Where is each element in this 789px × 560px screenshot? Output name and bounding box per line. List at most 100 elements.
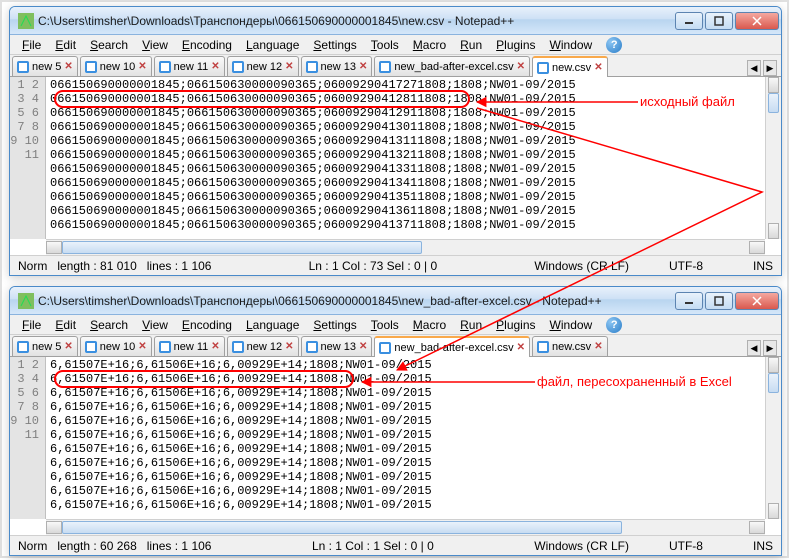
menu-edit[interactable]: Edit — [49, 37, 82, 53]
horizontal-scrollbar[interactable] — [46, 239, 765, 255]
tab-scroll-left[interactable]: ◀ — [747, 340, 761, 356]
menu-view[interactable]: View — [136, 317, 174, 333]
tab-new-11[interactable]: new 11✕ — [154, 56, 225, 76]
tab-close-icon[interactable]: ✕ — [138, 61, 146, 72]
status-norm: Norm — [18, 259, 47, 273]
menu-language[interactable]: Language — [240, 37, 305, 53]
tab-label: new 11 — [174, 61, 209, 73]
tab-close-icon[interactable]: ✕ — [517, 342, 525, 353]
menu-encoding[interactable]: Encoding — [176, 317, 238, 333]
tab-label: new 12 — [247, 341, 282, 353]
tab-new-13[interactable]: new 13✕ — [301, 336, 373, 356]
file-icon — [85, 341, 97, 353]
file-icon — [85, 61, 97, 73]
vertical-scrollbar[interactable] — [765, 357, 781, 519]
tab-close-icon[interactable]: ✕ — [285, 341, 293, 352]
menu-macro[interactable]: Macro — [407, 317, 452, 333]
menu-run[interactable]: Run — [454, 317, 488, 333]
file-icon — [232, 61, 244, 73]
tab-close-icon[interactable]: ✕ — [285, 61, 293, 72]
menu-file[interactable]: File — [16, 317, 47, 333]
status-position: Ln : 1 Col : 1 Sel : 0 | 0 — [312, 539, 434, 553]
tab-close-icon[interactable]: ✕ — [594, 62, 602, 73]
file-icon — [379, 61, 391, 73]
tab-new_bad-after-excel-csv[interactable]: new_bad-after-excel.csv ✕ — [374, 56, 530, 76]
menu-help-icon[interactable]: ? — [606, 37, 622, 53]
status-length: length : 60 268 — [57, 539, 136, 553]
titlebar[interactable]: C:\Users\timsher\Downloads\Транспондеры\… — [10, 287, 781, 315]
menu-search[interactable]: Search — [84, 37, 134, 53]
notepadpp-window-b: C:\Users\timsher\Downloads\Транспондеры\… — [9, 286, 782, 556]
maximize-button[interactable] — [705, 292, 733, 310]
statusbar: Norm length : 81 010 lines : 1 106 Ln : … — [10, 255, 781, 275]
menu-plugins[interactable]: Plugins — [490, 37, 541, 53]
menu-settings[interactable]: Settings — [307, 37, 362, 53]
menu-plugins[interactable]: Plugins — [490, 317, 541, 333]
menu-edit[interactable]: Edit — [49, 317, 82, 333]
tab-label: new 5 — [32, 61, 61, 73]
tab-new_bad-after-excel-csv[interactable]: new_bad-after-excel.csv✕ — [374, 336, 530, 357]
code-area[interactable]: 6,61507E+16;6,61506E+16;6,00929E+14;1808… — [46, 357, 765, 519]
tab-close-icon[interactable]: ✕ — [594, 341, 602, 352]
menu-settings[interactable]: Settings — [307, 317, 362, 333]
tab-scroll-left[interactable]: ◀ — [747, 60, 761, 76]
tab-new-13[interactable]: new 13✕ — [301, 56, 373, 76]
tab-new-10[interactable]: new 10✕ — [80, 336, 152, 356]
close-button[interactable] — [735, 12, 779, 30]
tab-close-icon[interactable]: ✕ — [359, 341, 367, 352]
tab-scroll-right[interactable]: ▶ — [763, 340, 777, 356]
tab-close-icon[interactable]: ✕ — [517, 61, 525, 72]
tab-close-icon[interactable]: ✕ — [64, 341, 72, 352]
tab-close-icon[interactable]: ✕ — [211, 61, 219, 72]
status-length: length : 81 010 — [57, 259, 136, 273]
menu-file[interactable]: File — [16, 37, 47, 53]
tab-close-icon[interactable]: ✕ — [211, 341, 219, 352]
tab-new-5[interactable]: new 5✕ — [12, 336, 78, 356]
maximize-button[interactable] — [705, 12, 733, 30]
tab-scroll-right[interactable]: ▶ — [763, 60, 777, 76]
tab-label: new 10 — [100, 61, 135, 73]
tab-new-csv[interactable]: new.csv✕ — [532, 56, 608, 77]
menu-tools[interactable]: Tools — [365, 37, 405, 53]
minimize-button[interactable] — [675, 12, 703, 30]
vertical-scrollbar[interactable] — [765, 77, 781, 239]
menu-language[interactable]: Language — [240, 317, 305, 333]
menu-window[interactable]: Window — [544, 317, 599, 333]
menu-encoding[interactable]: Encoding — [176, 37, 238, 53]
menu-macro[interactable]: Macro — [407, 37, 452, 53]
file-icon — [306, 341, 318, 353]
menubar: FileEditSearchViewEncodingLanguageSettin… — [10, 35, 781, 55]
close-button[interactable] — [735, 292, 779, 310]
tab-close-icon[interactable]: ✕ — [359, 61, 367, 72]
tab-new-5[interactable]: new 5✕ — [12, 56, 78, 76]
tab-label: new 13 — [321, 341, 356, 353]
minimize-button[interactable] — [675, 292, 703, 310]
tab-close-icon[interactable]: ✕ — [64, 61, 72, 72]
tab-close-icon[interactable]: ✕ — [138, 341, 146, 352]
editor[interactable]: 1 2 3 4 5 6 7 8 9 10 11 6,61507E+16;6,61… — [10, 357, 781, 519]
file-icon — [537, 341, 549, 353]
menu-run[interactable]: Run — [454, 37, 488, 53]
menu-window[interactable]: Window — [544, 37, 599, 53]
tab-label: new 12 — [247, 61, 282, 73]
menu-tools[interactable]: Tools — [365, 317, 405, 333]
tab-new-10[interactable]: new 10✕ — [80, 56, 152, 76]
status-eol: Windows (CR LF) — [534, 539, 629, 553]
horizontal-scrollbar[interactable] — [46, 519, 765, 535]
tab-label: new.csv — [552, 62, 591, 74]
tab-new-11[interactable]: new 11✕ — [154, 336, 225, 356]
status-position: Ln : 1 Col : 73 Sel : 0 | 0 — [309, 259, 438, 273]
tab-new-12[interactable]: new 12✕ — [227, 336, 299, 356]
code-area[interactable]: 066150690000001845;066150630000090365;06… — [46, 77, 765, 239]
titlebar[interactable]: C:\Users\timsher\Downloads\Транспондеры\… — [10, 7, 781, 35]
tab-new-12[interactable]: new 12✕ — [227, 56, 299, 76]
tab-label: new_bad-after-excel.csv — [394, 61, 513, 73]
editor[interactable]: 1 2 3 4 5 6 7 8 9 10 11 0661506900000018… — [10, 77, 781, 239]
menu-view[interactable]: View — [136, 37, 174, 53]
title-text: C:\Users\timsher\Downloads\Транспондеры\… — [38, 14, 675, 28]
tab-new-csv[interactable]: new.csv✕ — [532, 336, 608, 356]
menu-search[interactable]: Search — [84, 317, 134, 333]
statusbar: Norm length : 60 268 lines : 1 106 Ln : … — [10, 535, 781, 555]
tab-label: new 11 — [174, 341, 209, 353]
menu-help-icon[interactable]: ? — [606, 317, 622, 333]
